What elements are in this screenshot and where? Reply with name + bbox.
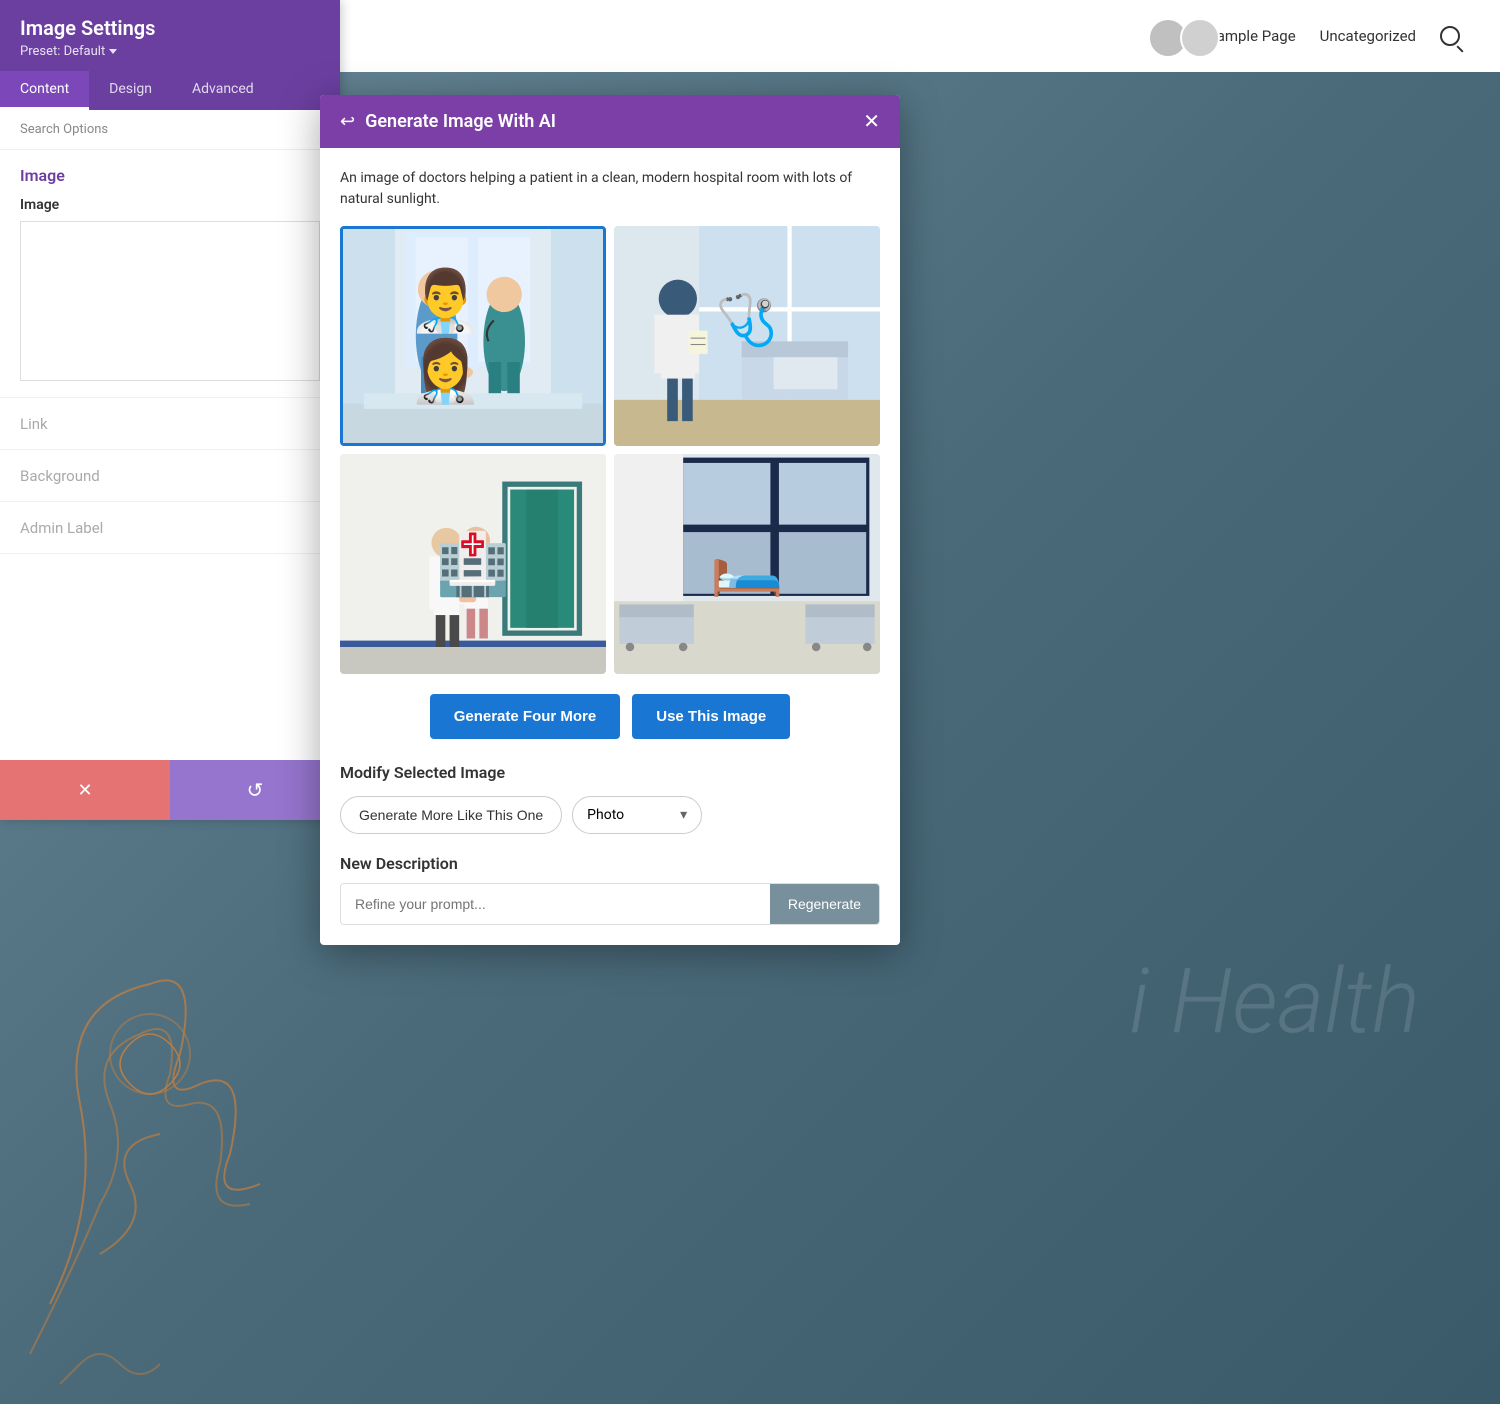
panel-bottom-bar: ✕ ↺ xyxy=(0,760,340,820)
refine-prompt-input[interactable] xyxy=(341,884,770,924)
delete-button[interactable]: ✕ xyxy=(0,760,170,820)
photo-style-label: Photo xyxy=(587,807,624,823)
chevron-down-icon: ▾ xyxy=(680,807,687,823)
modal-body: An image of doctors helping a patient in… xyxy=(320,148,900,945)
panel-tabs: Content Design Advanced xyxy=(0,71,340,110)
image-section-title: Image xyxy=(20,166,320,185)
generate-more-like-this-button[interactable]: Generate More Like This One xyxy=(340,796,562,834)
avatar-row xyxy=(1148,18,1220,58)
search-options: Search Options xyxy=(0,110,340,150)
modal-title: Generate Image With AI xyxy=(365,111,556,132)
ai-generate-modal: ↩ Generate Image With AI ✕ An image of d… xyxy=(320,95,900,945)
refine-prompt-row: Regenerate xyxy=(340,883,880,925)
regenerate-button[interactable]: Regenerate xyxy=(770,884,879,924)
prompt-description: An image of doctors helping a patient in… xyxy=(340,168,880,210)
panel-title: Image Settings xyxy=(20,16,320,40)
image-settings-panel: Image Settings Preset: Default Content D… xyxy=(0,0,340,820)
panel-header: Image Settings Preset: Default xyxy=(0,0,340,71)
generated-image-3[interactable] xyxy=(340,454,606,674)
image-grid xyxy=(340,226,880,674)
tab-design[interactable]: Design xyxy=(89,71,172,110)
background-health-text: i Health xyxy=(1129,949,1420,1054)
admin-label: Admin Label xyxy=(20,519,103,537)
generated-image-4[interactable] xyxy=(614,454,880,674)
decorative-line-art xyxy=(0,904,400,1404)
photo-style-select[interactable]: Photo ▾ xyxy=(572,796,702,834)
image-upload-area[interactable] xyxy=(20,221,320,381)
modal-header-left: ↩ Generate Image With AI xyxy=(340,111,556,132)
nav-link-uncategorized[interactable]: Uncategorized xyxy=(1320,27,1416,45)
close-button[interactable]: ✕ xyxy=(863,112,880,132)
back-icon[interactable]: ↩ xyxy=(340,111,355,132)
avatar xyxy=(1180,18,1220,58)
action-buttons-row: Generate Four More Use This Image xyxy=(340,694,880,739)
generated-image-2[interactable] xyxy=(614,226,880,446)
generate-four-more-button[interactable]: Generate Four More xyxy=(430,694,621,739)
generated-image-1[interactable] xyxy=(340,226,606,446)
image-label: Image xyxy=(20,197,320,213)
use-this-image-button[interactable]: Use This Image xyxy=(632,694,790,739)
link-section[interactable]: Link xyxy=(0,398,340,450)
chevron-down-icon xyxy=(109,49,117,54)
modal-header: ↩ Generate Image With AI ✕ xyxy=(320,95,900,148)
modify-selected-section: Modify Selected Image Generate More Like… xyxy=(340,763,880,834)
new-description-section: New Description Regenerate xyxy=(340,854,880,925)
background-section[interactable]: Background xyxy=(0,450,340,502)
image-section: Image Image xyxy=(0,150,340,398)
new-description-title: New Description xyxy=(340,854,880,873)
panel-preset[interactable]: Preset: Default xyxy=(20,44,320,59)
modify-title: Modify Selected Image xyxy=(340,763,880,782)
background-label: Background xyxy=(20,467,100,485)
tab-content[interactable]: Content xyxy=(0,71,89,110)
modify-row: Generate More Like This One Photo ▾ xyxy=(340,796,880,834)
tab-advanced[interactable]: Advanced xyxy=(172,71,274,110)
nav-link-sample[interactable]: Sample Page xyxy=(1208,27,1296,45)
search-icon[interactable] xyxy=(1440,26,1460,46)
reset-button[interactable]: ↺ xyxy=(170,760,340,820)
link-label: Link xyxy=(20,415,48,433)
admin-label-section[interactable]: Admin Label xyxy=(0,502,340,554)
